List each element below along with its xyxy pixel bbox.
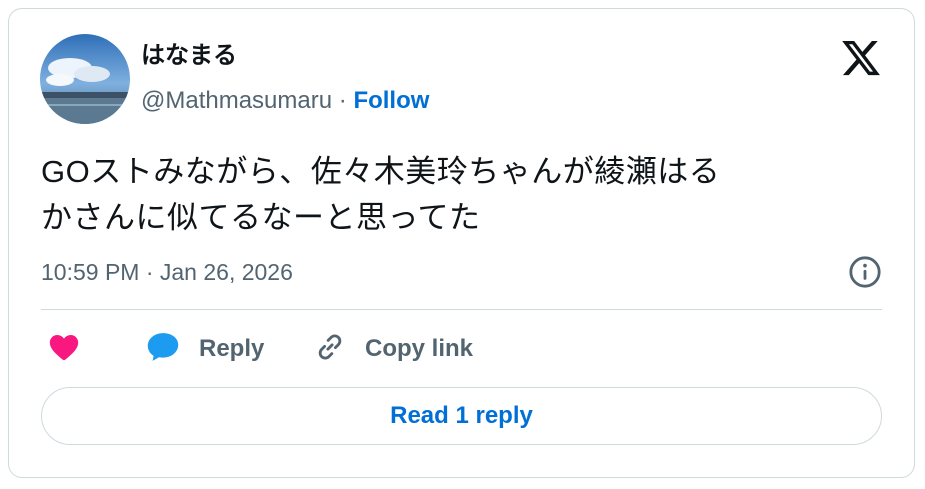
avatar-image — [40, 34, 130, 124]
follow-link[interactable]: Follow — [353, 87, 429, 114]
copy-link-label: Copy link — [365, 335, 474, 362]
reply-button[interactable]: Reply — [145, 327, 264, 371]
avatar[interactable] — [40, 34, 130, 124]
speech-bubble-icon — [145, 330, 181, 369]
tweet-text-line-2: かさんに似てるなーと思ってた — [41, 200, 481, 235]
action-bar: Reply Copy link — [41, 327, 881, 371]
info-icon[interactable] — [848, 255, 882, 289]
tweet-text-line-1: GOストみながら、佐々木美玲ちゃんが綾瀬はる — [41, 154, 721, 189]
timestamp[interactable]: 10:59 PM · Jan 26, 2026 — [41, 257, 293, 287]
tweet-card: はなまる @Mathmasumaru · Follow GOストみながら、佐々木… — [8, 8, 915, 478]
handle[interactable]: @Mathmasumaru — [141, 87, 332, 114]
read-replies-button[interactable]: Read 1 reply — [41, 387, 882, 445]
heart-icon — [47, 330, 81, 369]
handle-separator: · — [338, 87, 347, 114]
copy-link-button[interactable]: Copy link — [313, 327, 473, 371]
x-logo-icon[interactable] — [840, 37, 882, 79]
handle-line: @Mathmasumaru · Follow — [141, 85, 429, 117]
like-button[interactable] — [47, 327, 81, 371]
reply-label: Reply — [199, 335, 265, 362]
link-icon — [313, 330, 347, 369]
tweet-text: GOストみながら、佐々木美玲ちゃんが綾瀬はる かさんに似てるなーと思ってた — [41, 149, 891, 241]
display-name[interactable]: はなまる — [141, 39, 237, 73]
divider — [41, 309, 882, 310]
